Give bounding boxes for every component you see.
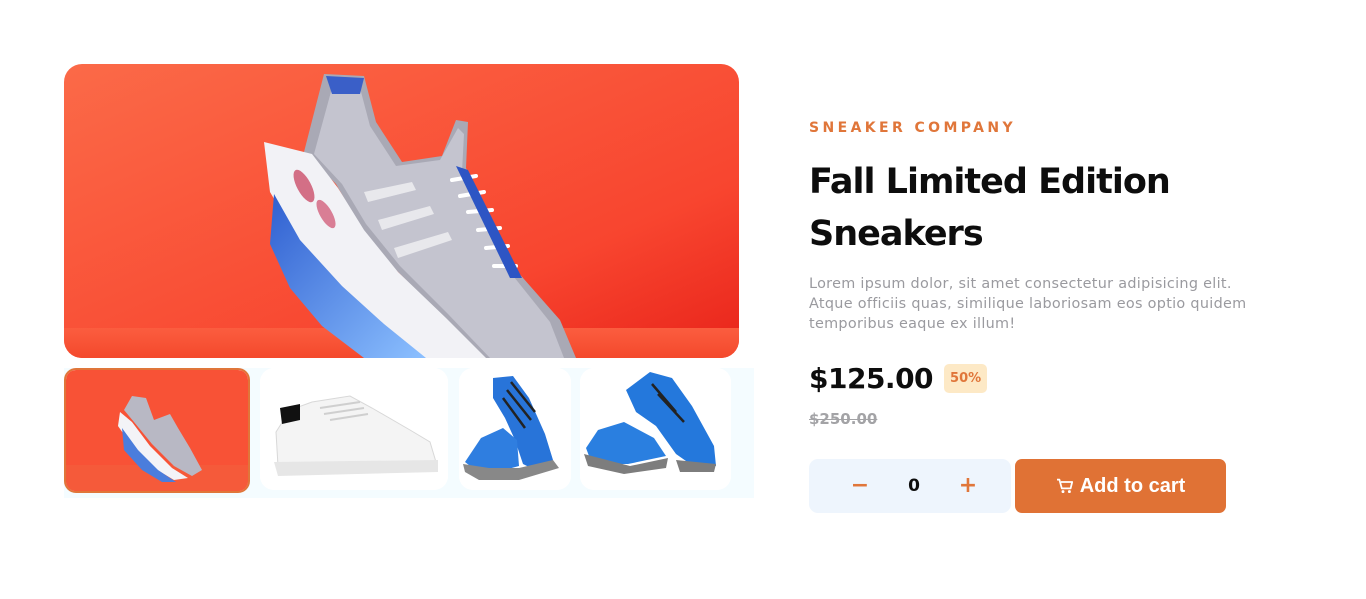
thumbnail-4[interactable] <box>580 368 731 490</box>
increase-quantity-button[interactable]: + <box>957 475 979 497</box>
sneaker-thumbnail-4 <box>580 368 731 490</box>
product-title-line1: Fall Limited Edition <box>809 162 1171 202</box>
product-description: Lorem ipsum dolor, sit amet consectetur … <box>809 276 1247 332</box>
quantity-value: 0 <box>908 476 920 496</box>
original-price: $250.00 <box>809 410 878 428</box>
add-to-cart-label: Add to cart <box>1079 474 1186 497</box>
product-title-line2: Sneakers <box>809 214 984 254</box>
sneaker-thumbnail-1 <box>66 370 248 491</box>
cart-icon <box>1056 478 1073 494</box>
thumbnail-3[interactable] <box>459 368 571 490</box>
thumbnail-1[interactable] <box>64 368 250 493</box>
add-to-cart-button[interactable]: Add to cart <box>1015 459 1226 513</box>
current-price: $125.00 <box>809 362 934 395</box>
main-product-image[interactable] <box>64 64 739 358</box>
quantity-stepper: − 0 + <box>809 459 1011 513</box>
sneaker-thumbnail-2 <box>260 368 448 490</box>
thumbnail-2[interactable] <box>260 368 448 490</box>
product-gallery <box>64 64 754 498</box>
company-name: SNEAKER COMPANY <box>809 120 1017 136</box>
product-title: Fall Limited Edition Sneakers <box>809 156 1259 260</box>
sneaker-thumbnail-3 <box>459 368 571 490</box>
thumbnail-strip <box>64 368 754 498</box>
discount-badge: 50% <box>944 364 988 393</box>
decrease-quantity-button[interactable]: − <box>849 475 871 497</box>
price-row: $125.00 50% <box>809 362 988 395</box>
sneaker-main-image <box>64 64 739 358</box>
product-info: SNEAKER COMPANY Fall Limited Edition Sne… <box>809 120 1259 513</box>
